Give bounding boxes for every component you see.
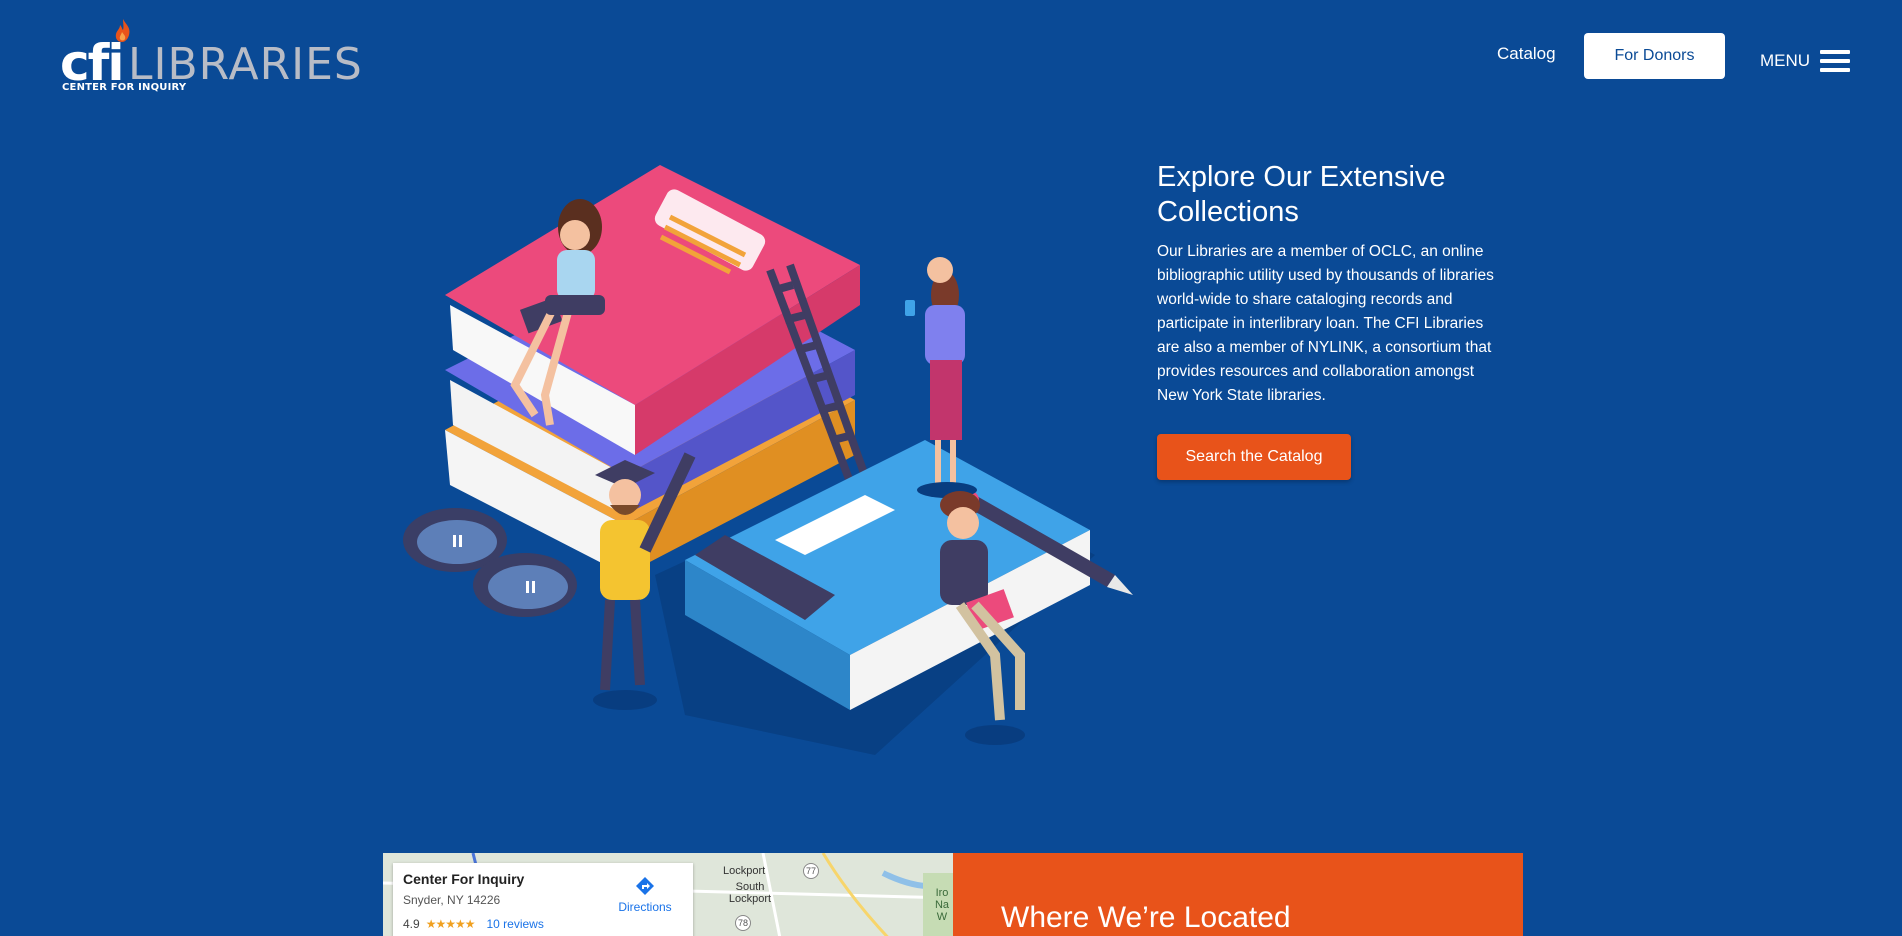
hamburger-icon [1820, 50, 1851, 72]
hero-text-block: Explore Our Extensive Collections Our Li… [1157, 160, 1507, 480]
for-donors-button[interactable]: For Donors [1584, 33, 1725, 79]
map-place-card: Center For Inquiry Snyder, NY 14226 4.9 … [393, 863, 693, 936]
menu-button[interactable]: MENU [1760, 46, 1851, 76]
location-section: Where We’re Located [953, 853, 1523, 936]
logo-subtitle: CENTER FOR INQUIRY [62, 82, 187, 93]
google-map-embed[interactable]: Lockport South Lockport 77 78 Iro Na W C… [383, 853, 953, 936]
map-edge-label: Iro Na W [934, 887, 950, 923]
site-logo[interactable]: cfi LIBRARIES CENTER FOR INQUIRY [60, 18, 363, 94]
nav-catalog-link[interactable]: Catalog [1497, 44, 1556, 64]
location-title: Where We’re Located [1001, 901, 1291, 934]
map-directions-label: Directions [618, 900, 672, 914]
star-rating-icon: ★★★★★ [425, 917, 476, 931]
map-reviews-link[interactable]: 10 reviews [486, 917, 543, 931]
hero-description: Our Libraries are a member of OCLC, an o… [1157, 243, 1494, 404]
map-road-marker: 77 [803, 863, 819, 879]
logo-cfi-text: cfi [60, 34, 125, 92]
logo-libraries-text: LIBRARIES [128, 39, 363, 90]
library-illustration [403, 165, 1133, 755]
hero-title: Explore Our Extensive Collections [1157, 161, 1446, 228]
directions-icon [636, 877, 654, 895]
map-road-marker: 78 [735, 915, 751, 931]
map-town-label: South Lockport [728, 881, 772, 905]
map-rating-value: 4.9 [403, 917, 420, 931]
map-rating-row: 4.9 ★★★★★ 10 reviews [403, 917, 683, 931]
map-directions-button[interactable]: Directions [615, 875, 675, 914]
search-catalog-button[interactable]: Search the Catalog [1157, 434, 1351, 480]
menu-label: MENU [1760, 51, 1811, 70]
map-town-label: Lockport [723, 865, 766, 877]
